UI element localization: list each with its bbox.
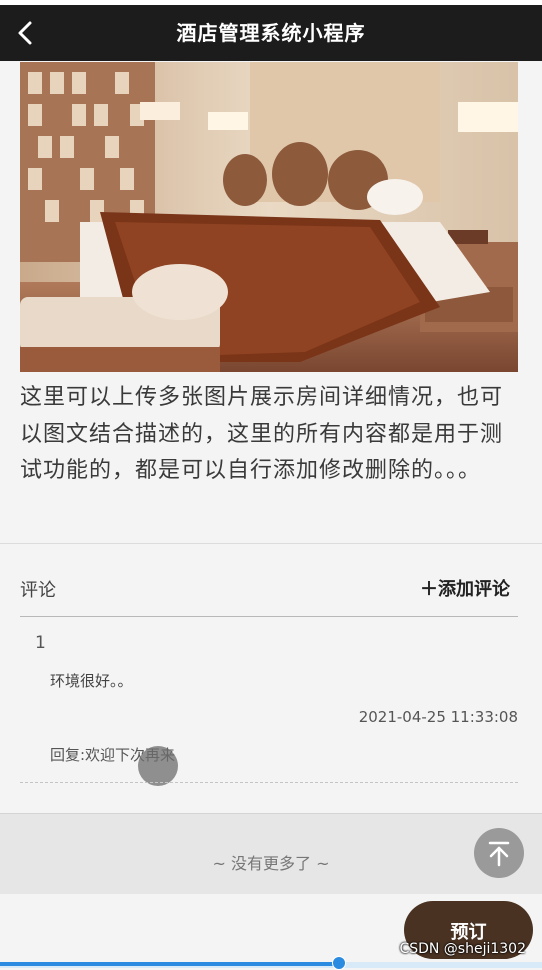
section-divider: [0, 543, 542, 544]
comment-text: 环境很好。。: [50, 672, 133, 690]
comment-label: 评论: [20, 580, 56, 601]
comment-timestamp: 2021-04-25 11:33:08: [358, 708, 518, 726]
progress-fill: [0, 962, 339, 966]
touch-indicator: [138, 746, 178, 786]
arrow-up-icon: [488, 841, 510, 867]
watermark: CSDN @sheji1302: [399, 941, 526, 957]
comment-divider: [20, 616, 518, 617]
page-title: 酒店管理系统小程序: [176, 21, 366, 45]
comment-header: 评论 ＋添加评论: [20, 570, 518, 606]
nav-bar: 酒店管理系统小程序: [0, 5, 542, 61]
back-to-top-button[interactable]: [474, 828, 524, 878]
no-more-banner: ~ 没有更多了 ~: [0, 813, 542, 894]
add-comment-button[interactable]: ＋添加评论: [420, 575, 510, 601]
comment-index: 1: [35, 633, 46, 653]
no-more-text: ~ 没有更多了 ~: [212, 854, 330, 873]
hotel-room-photo: [20, 62, 518, 372]
comment-separator: [20, 782, 518, 783]
room-description: 这里可以上传多张图片展示房间详细情况，也可以图文结合描述的，这里的所有内容都是用…: [20, 385, 504, 483]
